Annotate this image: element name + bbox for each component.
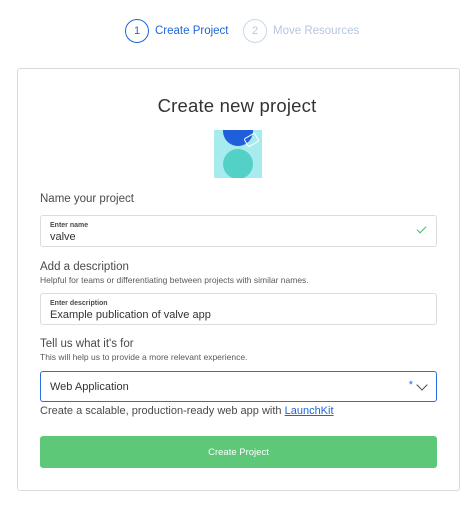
description-field-caption: Enter description	[50, 300, 108, 307]
description-help-text: Helpful for teams or differentiating bet…	[40, 275, 309, 285]
purpose-note: Create a scalable, production-ready web …	[40, 405, 334, 417]
purpose-help-text: This will help us to provide a more rele…	[40, 352, 248, 362]
chevron-down-icon[interactable]	[416, 379, 428, 391]
name-field-caption: Enter name	[50, 222, 89, 229]
description-field-value[interactable]: Example publication of valve app	[50, 309, 211, 321]
name-field[interactable]: Enter name valve	[40, 215, 437, 247]
progress-stepper: 1 Create Project 2 Move Resources	[0, 18, 474, 44]
required-indicator: *	[408, 379, 413, 391]
purpose-select[interactable]: Web Application *	[40, 371, 437, 402]
purpose-selected-value: Web Application	[50, 381, 129, 393]
name-field-value[interactable]: valve	[50, 231, 76, 243]
purpose-label: Tell us what it's for	[40, 338, 134, 350]
page-title: Create new project	[157, 95, 317, 116]
project-illustration	[214, 130, 262, 178]
step-label: Create Project	[155, 25, 229, 37]
step-label: Move Resources	[273, 25, 360, 37]
step-create-project[interactable]: 1 Create Project	[125, 18, 229, 44]
step-move-resources[interactable]: 2 Move Resources	[243, 18, 359, 44]
step-number-badge: 2	[243, 19, 267, 43]
illustration-green-circle	[223, 149, 253, 178]
launchkit-link[interactable]: LaunchKit	[285, 405, 334, 417]
check-icon	[416, 223, 427, 234]
description-field[interactable]: Enter description Example publication of…	[40, 293, 437, 325]
name-label: Name your project	[40, 193, 134, 205]
purpose-note-text: Create a scalable, production-ready web …	[40, 405, 285, 417]
step-number-badge: 1	[125, 19, 149, 43]
description-label: Add a description	[40, 261, 129, 273]
create-project-button[interactable]: Create Project	[40, 436, 437, 468]
